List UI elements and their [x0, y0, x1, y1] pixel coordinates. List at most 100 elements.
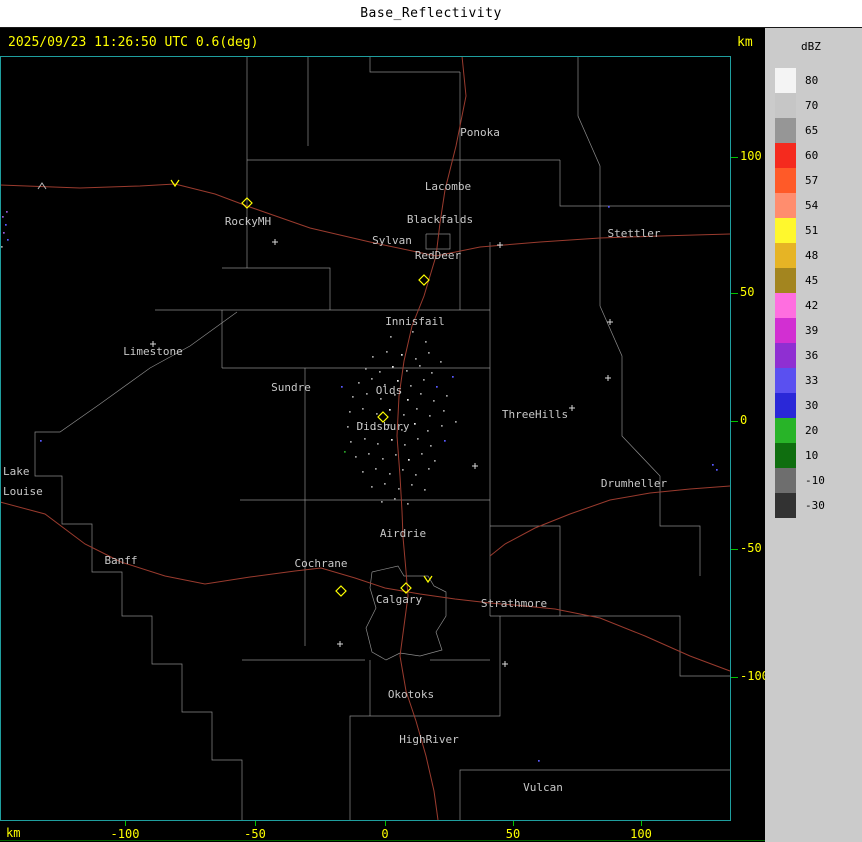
radar-display[interactable]: PonokaLacombeBlackfaldsSylvanRedDeerStet…: [0, 56, 731, 821]
right-axis-tick: [731, 157, 738, 158]
radar-echo-pixel: [390, 336, 392, 338]
info-bar: 2025/09/23 11:26:50 UTC 0.6(deg) km: [0, 28, 765, 56]
county-boundary-line: [460, 770, 730, 820]
radar-echo-pixel: [414, 423, 416, 425]
legend-value: -10: [805, 474, 825, 487]
radar-echo-pixel: [608, 206, 610, 208]
radar-echo-pixel: [455, 421, 457, 423]
radar-echo-pixel: [407, 399, 409, 401]
legend-swatch: [775, 268, 796, 293]
radar-echo-pixel: [421, 453, 423, 455]
town-plus-marker: [272, 239, 278, 245]
radar-echo-pixel: [389, 473, 391, 475]
radar-echo-pixel: [7, 239, 9, 241]
radar-echo-pixel: [538, 760, 540, 762]
radar-echo-pixel: [406, 370, 408, 372]
legend-entry: 45: [775, 268, 825, 293]
radar-echo-pixel: [371, 486, 373, 488]
legend-swatch: [775, 118, 796, 143]
legend-panel: dBZ 80706560575451484542393633302010-10-…: [765, 28, 862, 842]
legend-value: 39: [805, 324, 818, 337]
legend-swatch: [775, 168, 796, 193]
radar-echo-pixel: [381, 501, 383, 503]
legend-entry: -10: [775, 468, 825, 493]
city-label: RockyMH: [225, 215, 271, 228]
bottom-axis-tick-label: -100: [103, 827, 147, 841]
radar-echo-pixel: [358, 382, 360, 384]
highway-line: [0, 502, 730, 671]
county-boundary-line: [490, 616, 730, 676]
city-label: Louise: [3, 485, 43, 498]
legend-swatch: [775, 193, 796, 218]
radar-echo-pixel: [371, 378, 373, 380]
town-plus-marker: [497, 242, 503, 248]
radar-echo-pixel: [347, 426, 349, 428]
radar-echo-pixel: [368, 453, 370, 455]
radar-echo-pixel: [433, 400, 435, 402]
right-axis-tick-label: -50: [740, 541, 762, 555]
highway-line: [436, 56, 466, 256]
radar-echo-pixel: [434, 460, 436, 462]
radar-echo-pixel: [412, 331, 414, 333]
right-axis-tick: [731, 677, 738, 678]
legend-swatch: [775, 218, 796, 243]
legend-entry: 10: [775, 443, 825, 468]
radar-echo-pixel: [428, 352, 430, 354]
legend-entry: 42: [775, 293, 825, 318]
bottom-axis-tick: [513, 821, 514, 826]
county-boundary-line: [370, 56, 460, 72]
legend-value: 60: [805, 149, 818, 162]
bottom-axis: km -100-50050100: [0, 821, 765, 842]
bottom-axis-tick: [125, 821, 126, 826]
legend-swatch: [775, 293, 796, 318]
city-label: Blackfalds: [407, 213, 473, 226]
legend-value: 33: [805, 374, 818, 387]
radar-echo-pixel: [436, 386, 438, 388]
legend-swatch: [775, 343, 796, 368]
legend-entry: 70: [775, 93, 825, 118]
radar-echo-pixel: [362, 471, 364, 473]
radar-echo-pixel: [372, 356, 374, 358]
right-axis-unit: km: [737, 35, 753, 50]
city-label: Lacombe: [425, 180, 471, 193]
legend-value: 30: [805, 399, 818, 412]
highway-line: [0, 184, 436, 256]
bottom-axis-tick-label: -50: [233, 827, 277, 841]
legend-swatch: [775, 418, 796, 443]
legend-value: 70: [805, 99, 818, 112]
radar-echo-pixel: [403, 414, 405, 416]
legend-value: 20: [805, 424, 818, 437]
radar-echo-pixel: [416, 408, 418, 410]
county-boundary-line: [35, 312, 242, 820]
right-axis-tick-label: 100: [740, 149, 762, 163]
bottom-axis-tick: [255, 821, 256, 826]
bottom-axis-tick-label: 0: [363, 827, 407, 841]
legend-swatch: [775, 68, 796, 93]
city-label: Banff: [104, 554, 137, 567]
legend-value: 48: [805, 249, 818, 262]
radar-application-window: Base_Reflectivity 2025/09/23 11:26:50 UT…: [0, 0, 862, 842]
radar-echo-pixel: [389, 409, 391, 411]
legend-entry: 30: [775, 393, 825, 418]
radar-echo-pixel: [394, 498, 396, 500]
legend-entry: 65: [775, 118, 825, 143]
city-label: HighRiver: [399, 733, 459, 746]
right-axis-tick-label: 50: [740, 285, 754, 299]
scan-timestamp: 2025/09/23 11:26:50 UTC 0.6(deg): [8, 35, 258, 50]
county-boundary-line: [578, 56, 600, 306]
right-axis: 100500-50-100: [731, 56, 765, 821]
radar-echo-pixel: [1, 246, 3, 248]
legend-swatch: [775, 468, 796, 493]
county-boundary-line: [350, 616, 500, 820]
radar-echo-pixel: [415, 474, 417, 476]
radar-echo-pixel: [440, 361, 442, 363]
legend-swatch: [775, 93, 796, 118]
right-axis-tick-label: 0: [740, 413, 747, 427]
legend-entry: 20: [775, 418, 825, 443]
legend-swatch: [775, 493, 796, 518]
city-label: Vulcan: [523, 781, 563, 794]
legend-entry: 80: [775, 68, 825, 93]
radar-echo-pixel: [423, 379, 425, 381]
city-label: Strathmore: [481, 597, 547, 610]
town-plus-marker: [337, 641, 343, 647]
